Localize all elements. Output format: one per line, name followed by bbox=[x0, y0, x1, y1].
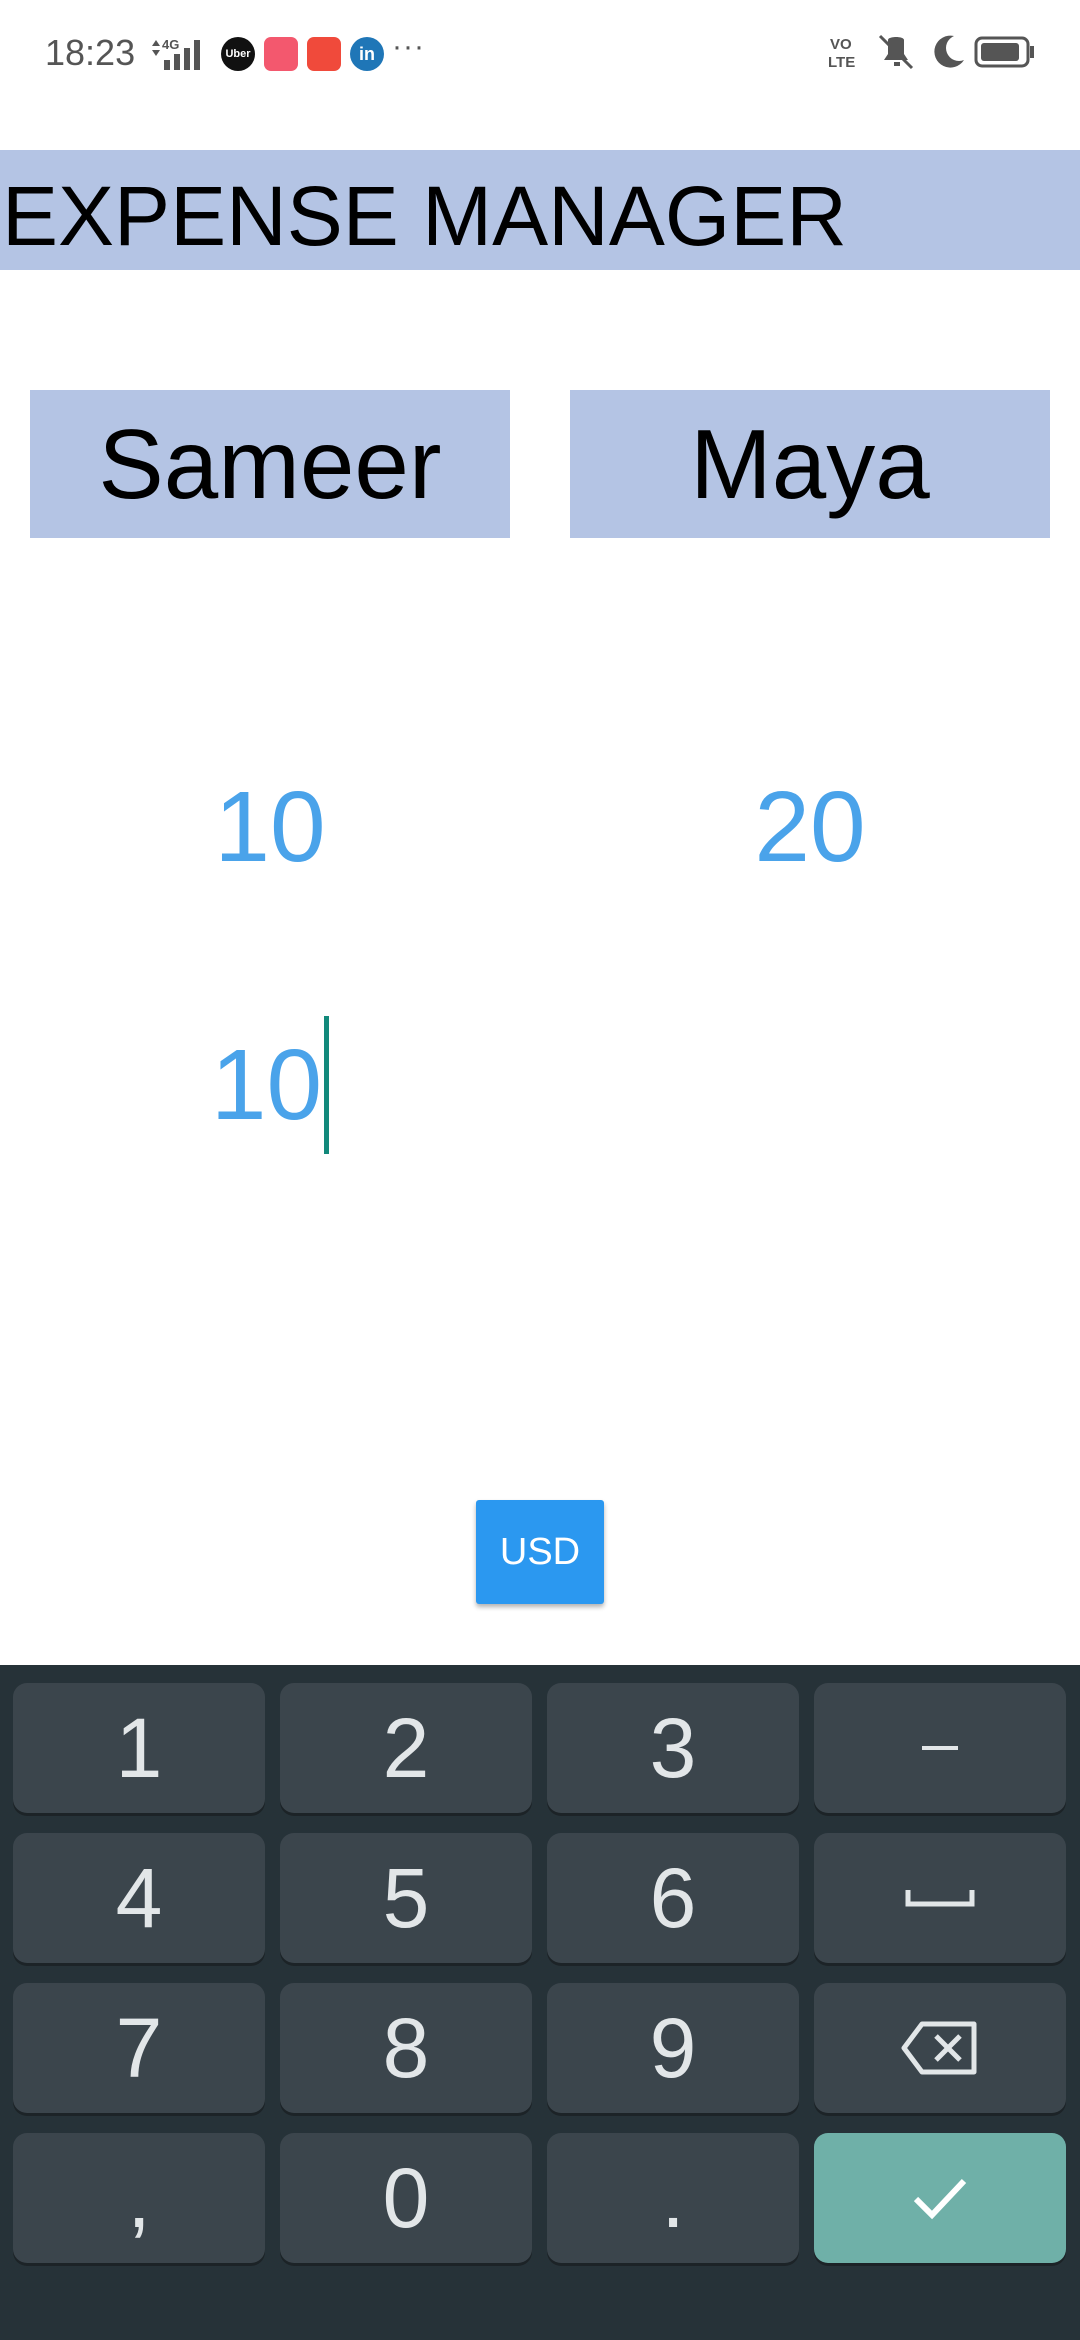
signal-4g-icon: 4G bbox=[152, 37, 200, 70]
amount-sameer: 10 bbox=[214, 771, 326, 883]
key-5[interactable]: 5 bbox=[280, 1833, 532, 1963]
app-red-icon bbox=[307, 37, 341, 71]
backspace-icon bbox=[901, 2021, 977, 2075]
key-8[interactable]: 8 bbox=[280, 1983, 532, 2113]
checkmark-icon bbox=[913, 2178, 967, 2220]
key-2[interactable]: 2 bbox=[280, 1683, 532, 1813]
uber-icon: Uber bbox=[221, 37, 255, 71]
amount-input-field[interactable]: 10 bbox=[30, 1010, 510, 1160]
amount-maya: 20 bbox=[754, 771, 866, 883]
vibrate-mute-icon bbox=[878, 34, 914, 70]
amount-input-value: 10 bbox=[210, 1028, 323, 1141]
key-0[interactable]: 0 bbox=[280, 2133, 532, 2263]
key-3[interactable]: 3 bbox=[547, 1683, 799, 1813]
status-time: 18:23 bbox=[45, 32, 136, 73]
person-button-sameer[interactable]: Sameer bbox=[30, 390, 510, 538]
key-period[interactable]: . bbox=[547, 2133, 799, 2263]
key-backspace[interactable] bbox=[814, 1983, 1066, 2113]
volte-icon: VO LTE bbox=[828, 36, 855, 71]
person-button-maya[interactable]: Maya bbox=[570, 390, 1050, 538]
key-comma[interactable]: , bbox=[13, 2133, 265, 2263]
app-pink-icon bbox=[264, 37, 298, 71]
page-title: EXPENSE MANAGER bbox=[2, 169, 847, 263]
svg-text:VO: VO bbox=[830, 36, 852, 53]
do-not-disturb-moon-icon bbox=[934, 35, 964, 68]
app-title-bar: EXPENSE MANAGER bbox=[0, 150, 1080, 270]
status-bar: 18:23 4G Uber in ··· VO LTE bbox=[0, 0, 1080, 110]
key-1[interactable]: 1 bbox=[13, 1683, 265, 1813]
more-notifications-icon: ··· bbox=[392, 30, 425, 63]
space-icon bbox=[905, 1890, 975, 1907]
svg-text:LTE: LTE bbox=[828, 54, 855, 71]
key-4[interactable]: 4 bbox=[13, 1833, 265, 1963]
currency-usd-button[interactable]: USD bbox=[476, 1500, 604, 1604]
network-type-label: 4G bbox=[162, 37, 179, 52]
numeric-keyboard: 1 2 3 4 5 6 7 8 9 , 0 . bbox=[0, 1665, 1080, 2340]
key-minus[interactable] bbox=[814, 1683, 1066, 1813]
battery-icon bbox=[974, 36, 1034, 68]
linkedin-icon: in bbox=[350, 37, 384, 71]
minus-icon bbox=[922, 1746, 958, 1750]
key-6[interactable]: 6 bbox=[547, 1833, 799, 1963]
key-9[interactable]: 9 bbox=[547, 1983, 799, 2113]
key-7[interactable]: 7 bbox=[13, 1983, 265, 2113]
key-space[interactable] bbox=[814, 1833, 1066, 1963]
key-done[interactable] bbox=[814, 2133, 1066, 2263]
text-cursor bbox=[324, 1016, 330, 1154]
